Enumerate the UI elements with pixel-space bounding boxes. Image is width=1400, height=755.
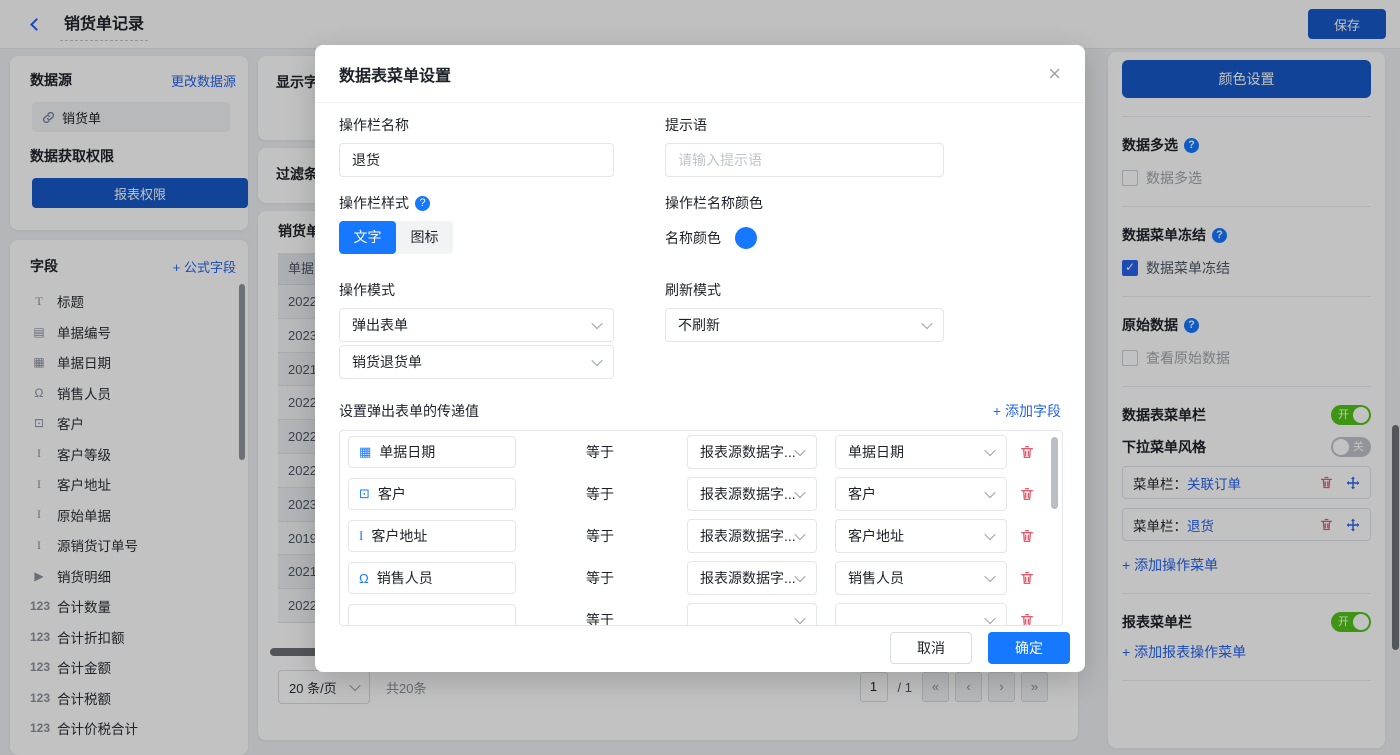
pass-value-row: ⊡ 客户 等于 报表源数据字... 客户	[340, 473, 1062, 515]
color-label: 操作栏名称颜色	[665, 193, 944, 213]
mode-select[interactable]: 弹出表单	[339, 308, 614, 342]
operator-label: 等于	[586, 610, 614, 626]
style-tabs: 文字 图标	[339, 221, 453, 254]
chevron-down-icon	[984, 571, 995, 582]
source-select[interactable]: 报表源数据字...	[687, 519, 817, 553]
delete-row-button[interactable]	[1019, 528, 1035, 544]
operator-label: 等于	[586, 484, 614, 504]
operator-label: 等于	[586, 568, 614, 588]
value-select-value: 客户	[848, 484, 876, 504]
delete-row-button[interactable]	[1019, 570, 1035, 586]
pass-values-list: ▦ 单据日期 等于 报表源数据字... 单据日期	[339, 430, 1063, 626]
tip-label: 提示语	[665, 115, 944, 135]
action-name-label: 操作栏名称	[339, 115, 614, 135]
field-chip-label: 客户	[378, 484, 406, 504]
trash-icon	[1019, 486, 1035, 502]
chevron-down-icon	[984, 529, 995, 540]
refresh-label: 刷新模式	[665, 280, 944, 300]
chevron-down-icon	[794, 445, 805, 456]
pass-values-title: 设置弹出表单的传递值	[339, 401, 479, 421]
help-icon[interactable]	[415, 196, 430, 211]
refresh-select-value: 不刷新	[678, 315, 720, 335]
source-select[interactable]: 报表源数据字...	[687, 561, 817, 595]
style-tab[interactable]: 文字	[339, 221, 396, 254]
close-icon[interactable]: ×	[1048, 63, 1061, 85]
trash-icon	[1019, 612, 1035, 626]
delete-row-button[interactable]	[1019, 612, 1035, 626]
mode-form-select-value: 销货退货单	[352, 352, 422, 372]
pass-value-row: Ω 销售人员 等于 报表源数据字... 销售人员	[340, 557, 1062, 599]
chevron-down-icon	[984, 487, 995, 498]
field-type-icon: Ω	[359, 571, 369, 586]
chevron-down-icon	[984, 445, 995, 456]
tip-input[interactable]	[665, 143, 944, 177]
refresh-select[interactable]: 不刷新	[665, 308, 944, 342]
mode-label: 操作模式	[339, 280, 614, 300]
source-select-value: 报表源数据字...	[700, 526, 796, 546]
name-color-label: 名称颜色	[665, 228, 721, 248]
field-chip[interactable]	[348, 604, 516, 626]
field-chip[interactable]: ▦ 单据日期	[348, 436, 516, 468]
source-select[interactable]: 报表源数据字...	[687, 435, 817, 469]
field-chip[interactable]: Ω 销售人员	[348, 562, 516, 594]
pass-values-scrollbar[interactable]	[1051, 437, 1058, 509]
operator-label: 等于	[586, 442, 614, 462]
pass-value-row: ▦ 单据日期 等于 报表源数据字... 单据日期	[340, 431, 1062, 473]
source-select[interactable]: 报表源数据字...	[687, 477, 817, 511]
value-select[interactable]: 客户	[835, 477, 1007, 511]
mode-select-value: 弹出表单	[352, 315, 408, 335]
value-select[interactable]	[835, 603, 1007, 626]
field-chip[interactable]: ⊡ 客户	[348, 478, 516, 510]
pass-value-row: I 客户地址 等于 报表源数据字... 客户地址	[340, 515, 1062, 557]
source-select-value: 报表源数据字...	[700, 568, 796, 588]
delete-row-button[interactable]	[1019, 444, 1035, 460]
value-select[interactable]: 单据日期	[835, 435, 1007, 469]
color-swatch[interactable]	[735, 227, 757, 249]
chevron-down-icon	[921, 318, 932, 329]
app-root: 销货单记录 保存 数据源 更改数据源 销货单 数据获取权限 报表权限 字段 + …	[0, 0, 1400, 755]
field-type-icon: I	[359, 528, 363, 544]
cancel-button[interactable]: 取消	[890, 632, 972, 664]
trash-icon	[1019, 528, 1035, 544]
field-chip-label: 客户地址	[371, 526, 427, 546]
chevron-down-icon	[794, 613, 805, 624]
confirm-button[interactable]: 确定	[988, 632, 1070, 664]
value-select-value: 单据日期	[848, 442, 904, 462]
value-select[interactable]: 客户地址	[835, 519, 1007, 553]
field-type-icon: ▦	[359, 444, 371, 460]
value-select-value: 客户地址	[848, 526, 904, 546]
modal-title: 数据表菜单设置	[339, 62, 451, 86]
operator-label: 等于	[586, 526, 614, 546]
pass-value-row: 等于	[340, 599, 1062, 626]
mode-form-select[interactable]: 销货退货单	[339, 345, 614, 379]
trash-icon	[1019, 444, 1035, 460]
delete-row-button[interactable]	[1019, 486, 1035, 502]
chevron-down-icon	[794, 571, 805, 582]
chevron-down-icon	[794, 529, 805, 540]
chevron-down-icon	[591, 355, 602, 366]
source-select-value: 报表源数据字...	[700, 442, 796, 462]
value-select-value: 销售人员	[848, 568, 904, 588]
table-menu-settings-modal: 数据表菜单设置 × 操作栏名称 提示语 操作栏样式 文字	[315, 45, 1085, 672]
field-type-icon: ⊡	[359, 486, 370, 502]
chevron-down-icon	[591, 318, 602, 329]
field-chip[interactable]: I 客户地址	[348, 520, 516, 552]
style-label: 操作栏样式	[339, 193, 409, 213]
chevron-down-icon	[794, 487, 805, 498]
field-chip-label: 单据日期	[379, 442, 435, 462]
add-field-link[interactable]: + 添加字段	[993, 401, 1061, 421]
value-select[interactable]: 销售人员	[835, 561, 1007, 595]
trash-icon	[1019, 570, 1035, 586]
field-chip-label: 销售人员	[377, 568, 433, 588]
source-select-value: 报表源数据字...	[700, 484, 796, 504]
action-name-input[interactable]	[339, 143, 614, 177]
source-select[interactable]	[687, 603, 817, 626]
style-tab[interactable]: 图标	[396, 221, 453, 254]
chevron-down-icon	[984, 613, 995, 624]
